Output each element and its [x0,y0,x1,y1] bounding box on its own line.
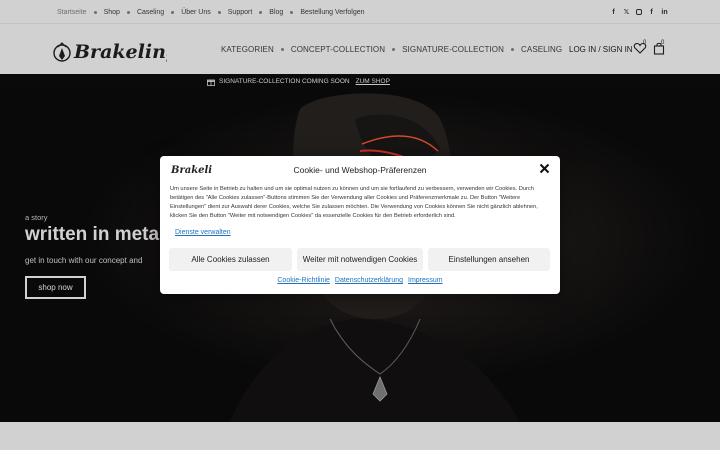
nav-separator-dot [511,48,514,51]
nav-separator-dot [171,10,175,14]
main-nav-item-kategorien[interactable]: KATEGORIEN [221,45,274,54]
logo-text: Brakeling [73,41,167,63]
top-nav-item-support[interactable]: Support [228,9,253,16]
top-nav-label[interactable]: Startseite [57,9,87,16]
top-nav-item-caseling[interactable]: Caseling [137,9,164,16]
accept-all-cookies-button[interactable]: Alle Cookies zulassen [169,248,292,271]
top-bar: Startseite Shop Caseling Über Uns Suppor… [0,0,720,24]
top-nav-label[interactable]: Blog [269,9,283,16]
top-nav-item-ueber-uns[interactable]: Über Uns [181,9,211,16]
main-nav-item-caseling[interactable]: CASELING [521,45,562,54]
wishlist-count-badge: 0 [643,40,647,46]
top-nav: Startseite Shop Caseling Über Uns Suppor… [57,0,365,24]
cookie-dialog-body: Um unsere Seite in Betrieb zu halten und… [170,186,538,219]
social-links: f 𝕏 f in [610,0,668,24]
top-nav-label[interactable]: Caseling [137,9,164,16]
nav-separator-dot [280,48,284,51]
nav-separator-dot [392,48,396,51]
nav-separator-dot [217,10,221,14]
cookie-dialog-title: Cookie- und Webshop-Präferenzen [293,165,427,175]
linkedin-icon[interactable]: in [661,9,668,16]
brakeling-logo[interactable]: Brakeling [52,31,167,69]
instagram-icon[interactable] [636,9,642,15]
necessary-cookies-only-button[interactable]: Weiter mit notwendigen Cookies [297,248,423,271]
hero-headline: written in metal [25,224,165,245]
cart-count-badge: 0 [661,40,665,46]
announcement-text: SIGNATURE-COLLECTION COMING SOON [219,78,350,85]
hero-subline: get in touch with our concept and [25,256,143,265]
close-icon[interactable] [539,163,550,174]
facebook-icon[interactable]: f [648,9,655,16]
top-nav-label[interactable]: Shop [104,9,120,16]
manage-services-link[interactable]: Dienste verwalten [175,229,231,236]
cookie-dialog-footer-links: Cookie-Richtlinie Datenschutzerklärung I… [160,277,560,284]
main-nav-item-signature-collection[interactable]: SIGNATURE-COLLECTION [402,45,504,54]
x-twitter-icon[interactable]: 𝕏 [623,9,630,16]
view-settings-button[interactable]: Einstellungen ansehen [428,248,550,271]
top-nav-label[interactable]: Bestellung Verfolgen [300,9,364,16]
nav-separator-dot [290,10,294,14]
main-nav: KATEGORIEN CONCEPT-COLLECTION SIGNATURE-… [221,25,562,74]
cookie-consent-dialog: Brakeling Cookie- und Webshop-Präferenze… [160,156,560,294]
gift-icon [207,79,215,86]
cookie-policy-link[interactable]: Cookie-Richtlinie [277,277,330,284]
nav-separator-dot [259,10,263,14]
main-header: Brakeling KATEGORIEN CONCEPT-COLLECTION … [0,25,720,74]
login-link[interactable]: LOG IN / SIGN IN [569,25,633,74]
top-nav-item-blog[interactable]: Blog [269,9,283,16]
top-nav-item-shop[interactable]: Shop [104,9,120,16]
imprint-link[interactable]: Impressum [408,277,443,284]
top-nav-label[interactable]: Support [228,9,253,16]
nav-separator-dot [126,10,130,14]
hero-eyebrow: a story [25,213,48,222]
main-nav-item-concept-collection[interactable]: CONCEPT-COLLECTION [291,45,385,54]
top-nav-label[interactable]: Über Uns [181,9,211,16]
top-nav-item-bestellung-verfolgen[interactable]: Bestellung Verfolgen [300,9,364,16]
facebook-icon[interactable]: f [610,9,617,16]
top-nav-item-startseite[interactable]: Startseite [57,9,87,16]
nav-separator-dot [93,10,97,14]
privacy-policy-link[interactable]: Datenschutzerklärung [335,277,403,284]
shop-now-button[interactable]: shop now [25,276,86,299]
announcement-bar: SIGNATURE-COLLECTION COMING SOON ZUM SHO… [0,74,720,89]
announcement-shop-link[interactable]: ZUM SHOP [356,78,390,85]
